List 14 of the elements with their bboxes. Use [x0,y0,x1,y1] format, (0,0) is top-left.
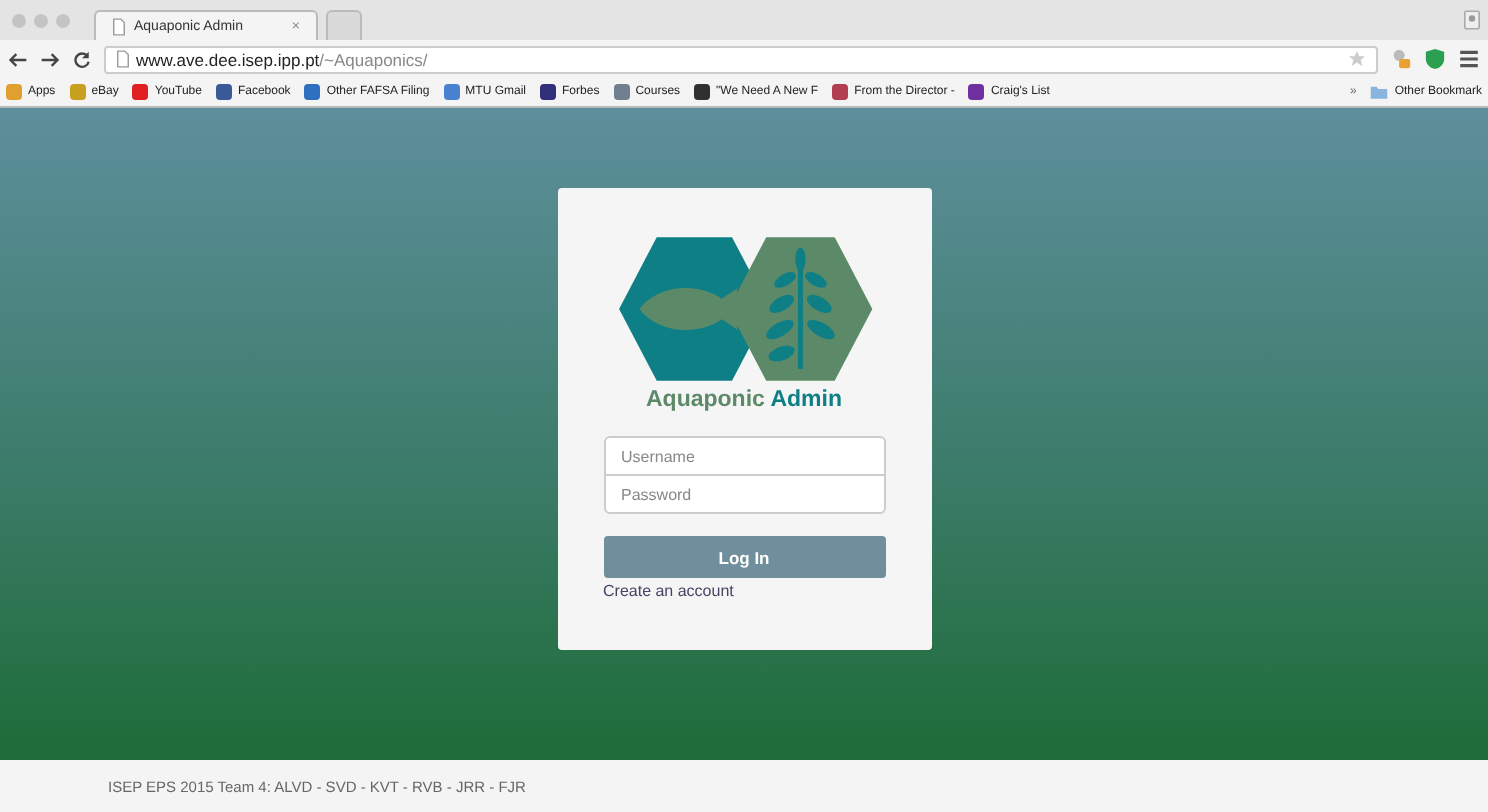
password-field[interactable]: Password [603,474,885,514]
username-field[interactable]: Username [603,436,885,476]
browser-tab[interactable] [326,10,362,40]
create-account-link[interactable]: Create an account [603,582,734,600]
folder-icon [1370,84,1389,100]
address-field[interactable]: www.ave.dee.isep.ipp.pt/~Aquaponics/ [104,45,1378,73]
brand-name: Aquaponic Admin [646,388,842,412]
shield-icon[interactable] [1424,48,1446,70]
reload-icon[interactable] [72,49,92,69]
extension-icon[interactable] [1390,48,1412,70]
star-icon[interactable] [1348,50,1366,68]
menu-icon[interactable] [1458,48,1480,70]
back-icon[interactable] [8,49,28,69]
forward-icon[interactable] [40,49,60,69]
